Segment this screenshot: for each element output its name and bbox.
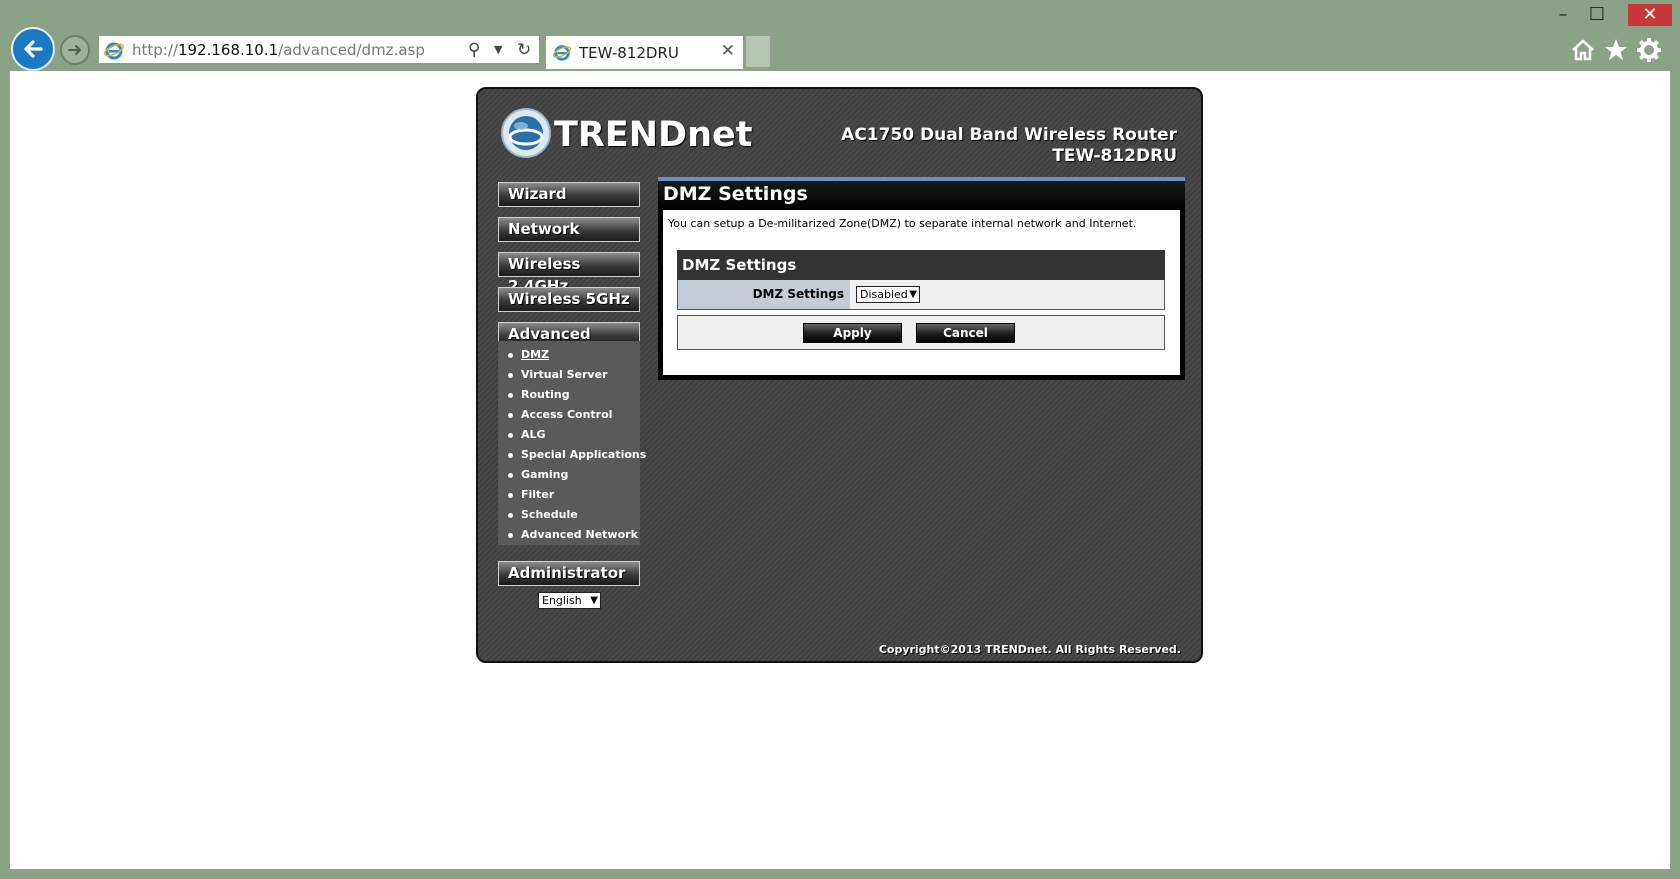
brand-logo-text: TRENDnet <box>554 115 753 155</box>
bullet-icon <box>508 492 513 498</box>
advanced-submenu: DMZ Virtual Server Routing Access Contro… <box>498 341 646 545</box>
content-panel: You can setup a De-militarized Zone(DMZ)… <box>658 210 1185 380</box>
submenu-item-gaming[interactable]: Gaming <box>508 468 568 481</box>
bullet-icon <box>508 532 513 538</box>
tab-title: TEW-812DRU <box>579 44 679 62</box>
close-window-button[interactable]: ✕ <box>1628 4 1672 26</box>
search-icon[interactable]: ⚲ <box>468 38 480 62</box>
action-button-row: Apply Cancel <box>677 315 1165 350</box>
submenu-item-label: ALG <box>521 428 546 441</box>
submenu-item-schedule[interactable]: Schedule <box>508 508 578 521</box>
submenu-item-filter[interactable]: Filter <box>508 488 554 501</box>
arrow-right-icon <box>68 45 81 55</box>
favorites-star-icon[interactable] <box>1603 37 1629 63</box>
submenu-item-label: DMZ <box>521 348 550 361</box>
browser-chrome: – ☐ ✕ http://192.168.10.1/advanced/dmz.a… <box>0 0 1680 71</box>
address-bar[interactable]: http://192.168.10.1/advanced/dmz.asp ⚲ ▼… <box>98 35 540 64</box>
back-button[interactable] <box>11 27 55 71</box>
page-description: You can setup a De-militarized Zone(DMZ)… <box>668 217 1137 230</box>
menu-wizard[interactable]: Wizard <box>498 182 640 207</box>
url-path: /advanced/dmz.asp <box>278 41 425 59</box>
bullet-icon <box>508 472 513 478</box>
minimize-button[interactable]: – <box>1548 4 1578 26</box>
settings-gear-icon[interactable] <box>1636 37 1662 63</box>
router-model-name: AC1750 Dual Band Wireless Router <box>841 125 1177 145</box>
dmz-settings-row: DMZ Settings Disabled ▼ <box>677 280 1165 310</box>
arrow-left-icon <box>24 40 43 58</box>
submenu-item-label: Schedule <box>521 508 578 521</box>
close-tab-icon[interactable]: ✕ <box>721 41 735 61</box>
ie-logo-icon <box>103 42 125 60</box>
language-select[interactable]: English ▼ <box>538 592 601 609</box>
submenu-item-special-applications[interactable]: Special Applications <box>508 448 646 461</box>
submenu-item-access-control[interactable]: Access Control <box>508 408 612 421</box>
bullet-icon <box>508 372 513 378</box>
bullet-icon <box>508 412 513 418</box>
dropdown-icon[interactable]: ▼ <box>494 38 502 62</box>
page-title: DMZ Settings <box>658 177 1185 210</box>
submenu-item-label: Gaming <box>521 468 569 481</box>
submenu-item-label: Filter <box>521 488 555 501</box>
forward-button[interactable] <box>60 35 90 65</box>
copyright-text: Copyright©2013 TRENDnet. All Rights Rese… <box>878 643 1181 656</box>
url-text: http://192.168.10.1/advanced/dmz.asp <box>132 41 425 59</box>
menu-administrator[interactable]: Administrator <box>498 561 640 586</box>
chevron-down-icon: ▼ <box>590 595 598 606</box>
language-select-value: English <box>542 594 582 607</box>
router-model-number: TEW-812DRU <box>1052 146 1177 166</box>
submenu-item-label: Special Applications <box>521 448 647 461</box>
submenu-item-dmz[interactable]: DMZ <box>508 348 549 361</box>
home-icon[interactable] <box>1570 37 1596 63</box>
router-frame: TRENDnet AC1750 Dual Band Wireless Route… <box>476 87 1203 663</box>
section-title: DMZ Settings <box>677 250 1165 280</box>
maximize-button[interactable]: ☐ <box>1582 4 1612 26</box>
submenu-item-label: Access Control <box>521 408 613 421</box>
trendnet-logo-icon <box>501 108 551 158</box>
apply-button[interactable]: Apply <box>803 323 902 343</box>
tab-router[interactable]: TEW-812DRU ✕ <box>545 35 744 69</box>
submenu-item-advanced-network[interactable]: Advanced Network <box>508 528 638 541</box>
url-prefix: http:// <box>132 41 178 59</box>
menu-wireless-24ghz[interactable]: Wireless 2.4GHz <box>498 252 640 295</box>
submenu-item-label: Advanced Network <box>521 528 638 541</box>
chevron-down-icon: ▼ <box>909 289 917 300</box>
submenu-item-alg[interactable]: ALG <box>508 428 546 441</box>
bullet-icon <box>508 352 513 358</box>
url-host: 192.168.10.1 <box>177 41 279 59</box>
bullet-icon <box>508 512 513 518</box>
submenu-item-routing[interactable]: Routing <box>508 388 570 401</box>
ie-logo-icon <box>552 45 572 61</box>
bullet-icon <box>508 392 513 398</box>
dmz-settings-select[interactable]: Disabled ▼ <box>856 286 920 303</box>
page-viewport: TRENDnet AC1750 Dual Band Wireless Route… <box>10 71 1670 869</box>
dmz-settings-value: Disabled <box>860 288 908 301</box>
submenu-item-label: Routing <box>521 388 570 401</box>
cancel-button[interactable]: Cancel <box>916 323 1015 343</box>
menu-network[interactable]: Network <box>498 217 640 242</box>
dmz-settings-label: DMZ Settings <box>678 280 850 309</box>
new-tab-button[interactable] <box>745 35 771 68</box>
bullet-icon <box>508 432 513 438</box>
submenu-item-virtual-server[interactable]: Virtual Server <box>508 368 608 381</box>
submenu-item-label: Virtual Server <box>521 368 608 381</box>
bullet-icon <box>508 452 513 458</box>
menu-wireless-5ghz[interactable]: Wireless 5GHz <box>498 287 640 312</box>
refresh-icon[interactable]: ↻ <box>517 38 531 62</box>
